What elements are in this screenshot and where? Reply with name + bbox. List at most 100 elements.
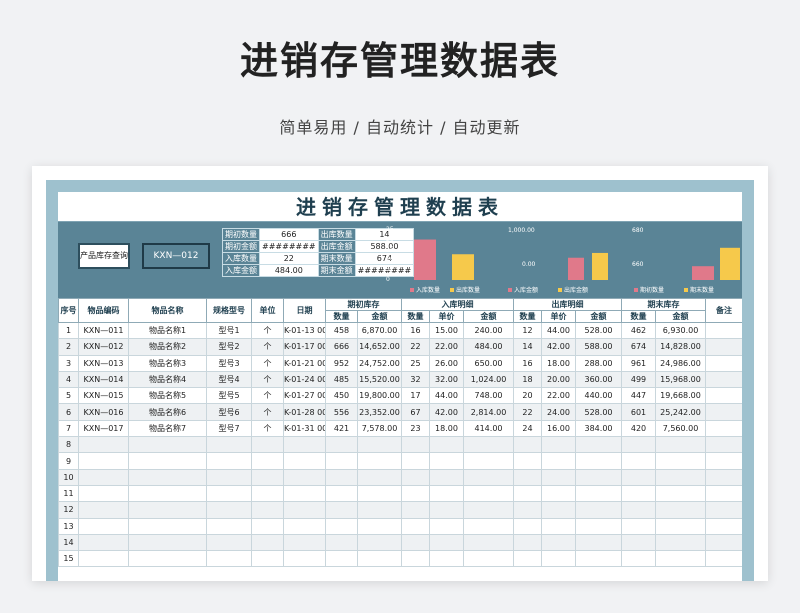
table-cell[interactable]: K-01-21 00:0 (283, 354, 326, 372)
table-cell[interactable]: 44.00 (429, 387, 464, 405)
table-cell[interactable] (401, 517, 430, 535)
table-cell[interactable] (705, 468, 742, 486)
table-cell[interactable] (401, 484, 430, 503)
table-cell[interactable]: 8 (58, 436, 79, 454)
table-cell[interactable] (575, 452, 622, 470)
table-cell[interactable] (128, 452, 207, 470)
table-cell[interactable]: 24 (513, 419, 542, 438)
table-cell[interactable] (463, 550, 514, 568)
table-cell[interactable] (705, 419, 742, 438)
table-cell[interactable] (513, 550, 542, 568)
table-cell[interactable] (705, 338, 742, 356)
table-cell[interactable] (429, 468, 464, 486)
table-cell[interactable]: 个 (251, 370, 284, 389)
table-cell[interactable] (463, 484, 514, 503)
table-cell[interactable]: 42.00 (541, 338, 576, 356)
table-cell[interactable]: 360.00 (575, 370, 622, 389)
table-cell[interactable] (429, 452, 464, 470)
table-cell[interactable] (705, 517, 742, 535)
table-cell[interactable] (78, 484, 129, 503)
table-cell[interactable] (325, 501, 358, 519)
table-cell[interactable]: 20.00 (541, 370, 576, 389)
table-cell[interactable]: 个 (251, 354, 284, 372)
table-cell[interactable]: 288.00 (575, 354, 622, 372)
table-cell[interactable]: 16.00 (541, 419, 576, 438)
table-cell[interactable]: 6 (58, 403, 79, 421)
table-cell[interactable]: 3 (58, 354, 79, 372)
table-cell[interactable]: 7 (58, 419, 79, 438)
table-cell[interactable] (621, 468, 656, 486)
table-cell[interactable] (128, 484, 207, 503)
table-cell[interactable]: 961 (621, 354, 656, 372)
table-cell[interactable] (78, 452, 129, 470)
table-cell[interactable]: KXN—016 (78, 403, 129, 421)
table-cell[interactable] (575, 550, 622, 568)
table-cell[interactable]: 24,986.00 (655, 354, 706, 372)
table-cell[interactable] (621, 484, 656, 503)
table-cell[interactable] (357, 517, 402, 535)
table-cell[interactable]: 6,870.00 (357, 321, 402, 340)
table-cell[interactable]: 462 (621, 321, 656, 340)
table-cell[interactable]: 18.00 (541, 354, 576, 372)
table-cell[interactable] (283, 468, 326, 486)
table-cell[interactable] (251, 517, 284, 535)
table-cell[interactable] (541, 550, 576, 568)
table-cell[interactable] (429, 533, 464, 552)
table-cell[interactable] (325, 452, 358, 470)
table-cell[interactable] (463, 517, 514, 535)
table-cell[interactable] (463, 436, 514, 454)
table-cell[interactable]: 15 (58, 550, 79, 568)
table-cell[interactable] (463, 501, 514, 519)
table-cell[interactable] (128, 533, 207, 552)
table-cell[interactable] (206, 452, 252, 470)
table-cell[interactable] (541, 452, 576, 470)
table-cell[interactable] (705, 533, 742, 552)
table-cell[interactable]: 42.00 (429, 403, 464, 421)
table-cell[interactable] (463, 533, 514, 552)
table-cell[interactable]: 型号6 (206, 403, 252, 421)
table-cell[interactable] (621, 517, 656, 535)
table-cell[interactable] (655, 484, 706, 503)
table-cell[interactable] (283, 436, 326, 454)
table-cell[interactable] (705, 452, 742, 470)
table-cell[interactable]: 22 (513, 403, 542, 421)
table-cell[interactable] (78, 436, 129, 454)
table-cell[interactable]: 5 (58, 387, 79, 405)
table-cell[interactable] (541, 501, 576, 519)
table-cell[interactable]: 个 (251, 338, 284, 356)
table-cell[interactable] (575, 517, 622, 535)
table-cell[interactable] (401, 468, 430, 486)
table-cell[interactable] (283, 484, 326, 503)
table-cell[interactable] (128, 517, 207, 535)
table-cell[interactable] (357, 436, 402, 454)
table-cell[interactable]: 13 (58, 517, 79, 535)
table-cell[interactable]: 22 (401, 338, 430, 356)
table-cell[interactable] (621, 452, 656, 470)
table-cell[interactable]: 10 (58, 468, 79, 486)
table-cell[interactable]: 23 (401, 419, 430, 438)
table-cell[interactable] (705, 354, 742, 372)
table-cell[interactable] (655, 468, 706, 486)
table-cell[interactable]: K-01-27 00:0 (283, 387, 326, 405)
table-cell[interactable]: 556 (325, 403, 358, 421)
table-cell[interactable] (206, 436, 252, 454)
table-cell[interactable] (655, 533, 706, 552)
table-cell[interactable]: 9 (58, 452, 79, 470)
table-cell[interactable] (78, 533, 129, 552)
table-cell[interactable]: KXN—012 (78, 338, 129, 356)
table-cell[interactable] (705, 370, 742, 389)
table-cell[interactable]: 450 (325, 387, 358, 405)
table-cell[interactable]: 24,752.00 (357, 354, 402, 372)
table-cell[interactable] (128, 468, 207, 486)
table-cell[interactable]: 物品名称3 (128, 354, 207, 372)
table-cell[interactable] (621, 436, 656, 454)
table-cell[interactable] (655, 550, 706, 568)
table-cell[interactable] (621, 501, 656, 519)
table-cell[interactable]: 型号2 (206, 338, 252, 356)
table-cell[interactable] (357, 484, 402, 503)
table-cell[interactable] (463, 468, 514, 486)
table-cell[interactable]: 物品名称2 (128, 338, 207, 356)
table-cell[interactable]: K-01-17 00:0 (283, 338, 326, 356)
table-cell[interactable] (78, 517, 129, 535)
table-cell[interactable]: 650.00 (463, 354, 514, 372)
